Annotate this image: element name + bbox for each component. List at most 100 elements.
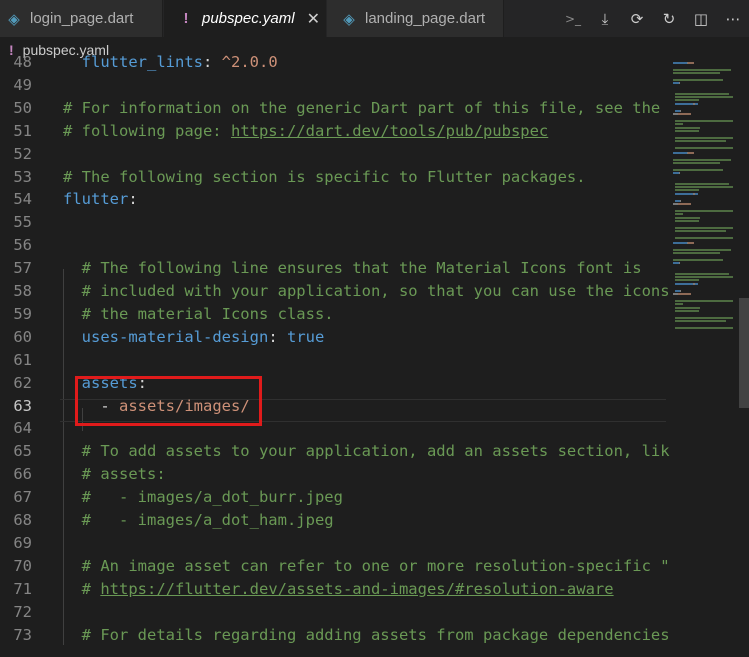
- more-icon[interactable]: ⋯: [717, 10, 749, 28]
- code-text: # included with your application, so tha…: [63, 280, 670, 303]
- code-line[interactable]: 52: [0, 143, 670, 166]
- minimap-token: [673, 169, 724, 171]
- code-line[interactable]: 69: [0, 532, 670, 555]
- code-token: flutter_lints: [63, 53, 203, 71]
- code-line[interactable]: 49: [0, 74, 670, 97]
- minimap-token: [678, 203, 691, 205]
- minimap-token: [673, 158, 731, 161]
- yaml-file-icon: !: [183, 10, 189, 27]
- code-line[interactable]: 71 # https://flutter.dev/assets-and-imag…: [0, 578, 670, 601]
- terminal-icon[interactable]: >_: [557, 12, 589, 26]
- code-token: # The following line ensures that the Ma…: [81, 259, 642, 278]
- minimap-token: [673, 68, 731, 71]
- minimap-token: [673, 72, 690, 75]
- code-text: # https://flutter.dev/assets-and-images/…: [63, 578, 614, 601]
- minimap-token: [674, 276, 733, 278]
- tab-login-page[interactable]: ◈ login_page.dart: [0, 0, 163, 37]
- code-line[interactable]: 57 # The following line ensures that the…: [0, 257, 670, 280]
- minimap-token: [694, 282, 699, 285]
- code-token: ^2.0.0: [221, 53, 278, 71]
- code-line[interactable]: 72: [0, 601, 670, 624]
- line-number: 61: [13, 350, 32, 369]
- code-line[interactable]: 68 # - images/a_dot_ham.jpeg: [0, 509, 670, 532]
- split-editor-icon[interactable]: ◫: [685, 10, 717, 28]
- code-line[interactable]: 48 flutter_lints: ^2.0.0: [0, 53, 670, 74]
- line-number: 57: [13, 259, 32, 278]
- code-line[interactable]: 58 # included with your application, so …: [0, 280, 670, 303]
- minimap-token: [674, 310, 700, 312]
- code-token: # To add assets to your application, add…: [81, 442, 670, 461]
- tab-pubspec[interactable]: ! pubspec.yaml ✕: [164, 0, 326, 37]
- scrollbar-thumb[interactable]: [739, 298, 749, 408]
- code-line[interactable]: 56: [0, 234, 670, 257]
- minimap-token: [680, 199, 682, 202]
- code-editor[interactable]: 48 flutter_lints: ^2.0.0 49 50 # For inform…: [0, 53, 670, 657]
- code-text: # - images/a_dot_burr.jpeg: [63, 486, 343, 509]
- code-text: # assets:: [63, 463, 166, 486]
- minimap-token: [674, 119, 733, 122]
- code-token: :: [268, 327, 287, 346]
- close-tab-icon[interactable]: ✕: [307, 9, 320, 29]
- dart-file-icon: ◈: [343, 10, 355, 28]
- minimap-token: [674, 316, 733, 319]
- code-token: # included with your application, so tha…: [81, 282, 670, 300]
- code-token: https://dart.dev/tools/pub/pubspec: [230, 121, 549, 140]
- minimap-token: [673, 248, 731, 251]
- minimap-token: [689, 252, 720, 255]
- code-token: https://flutter.dev/assets-and-images/#r…: [100, 579, 614, 598]
- code-line[interactable]: 60 uses-material-design: true: [0, 326, 670, 349]
- minimap-token: [678, 113, 691, 115]
- code-line[interactable]: 67 # - images/a_dot_burr.jpeg: [0, 486, 670, 509]
- tab-label: landing_page.dart: [365, 10, 486, 27]
- code-line[interactable]: 66 # assets:: [0, 463, 670, 486]
- minimap-token: [680, 109, 682, 112]
- code-line[interactable]: 61: [0, 349, 670, 372]
- download-icon[interactable]: ⤓: [589, 10, 621, 28]
- minimap-token: [674, 102, 693, 105]
- code-line[interactable]: 54 flutter:: [0, 188, 670, 211]
- minimap-token: [674, 279, 700, 282]
- minimap-token: [674, 237, 733, 239]
- minimap-token: [673, 162, 690, 165]
- line-number: 55: [13, 213, 32, 232]
- code-line[interactable]: 73 # For details regarding adding assets…: [0, 624, 670, 647]
- sync-icon[interactable]: ⟳: [621, 10, 653, 28]
- minimap-token: [694, 192, 699, 195]
- code-token: # - images/a_dot_burr.jpeg: [81, 488, 343, 507]
- line-number: 53: [13, 167, 32, 186]
- code-token: uses-material-design: [81, 327, 269, 346]
- minimap[interactable]: [673, 62, 735, 342]
- minimap-token: [688, 62, 694, 64]
- code-token: flutter: [63, 190, 129, 209]
- minimap-token: [678, 293, 691, 295]
- line-number: 64: [13, 419, 32, 438]
- code-line[interactable]: 59 # the material Icons class.: [0, 303, 670, 326]
- minimap-token: [673, 79, 724, 81]
- code-line[interactable]: 51 # following page: https://dart.dev/too…: [0, 120, 670, 143]
- refresh-icon[interactable]: ↻: [653, 10, 685, 28]
- tab-landing-page[interactable]: ◈ landing_page.dart: [327, 0, 504, 37]
- code-line[interactable]: 65 # To add assets to your application, …: [0, 440, 670, 463]
- vertical-scrollbar[interactable]: [737, 62, 749, 657]
- line-number: 69: [13, 533, 32, 552]
- code-line[interactable]: 70 # An image asset can refer to one or …: [0, 555, 670, 578]
- dart-file-icon: ◈: [8, 10, 20, 28]
- minimap-token: [674, 186, 733, 188]
- line-number: 58: [13, 282, 32, 300]
- minimap-token: [676, 230, 727, 233]
- annotation-highlight-box: [75, 376, 262, 426]
- code-text: # For information on the generic Dart pa…: [63, 97, 660, 120]
- minimap-token: [673, 152, 687, 154]
- code-line[interactable]: 55: [0, 211, 670, 234]
- line-number: 54: [13, 190, 32, 209]
- code-line[interactable]: 50 # For information on the generic Dart …: [0, 97, 670, 120]
- line-number: 73: [13, 625, 32, 644]
- line-number: 51: [13, 121, 32, 140]
- code-line[interactable]: 53 # The following section is specific to…: [0, 166, 670, 189]
- minimap-token: [694, 102, 699, 105]
